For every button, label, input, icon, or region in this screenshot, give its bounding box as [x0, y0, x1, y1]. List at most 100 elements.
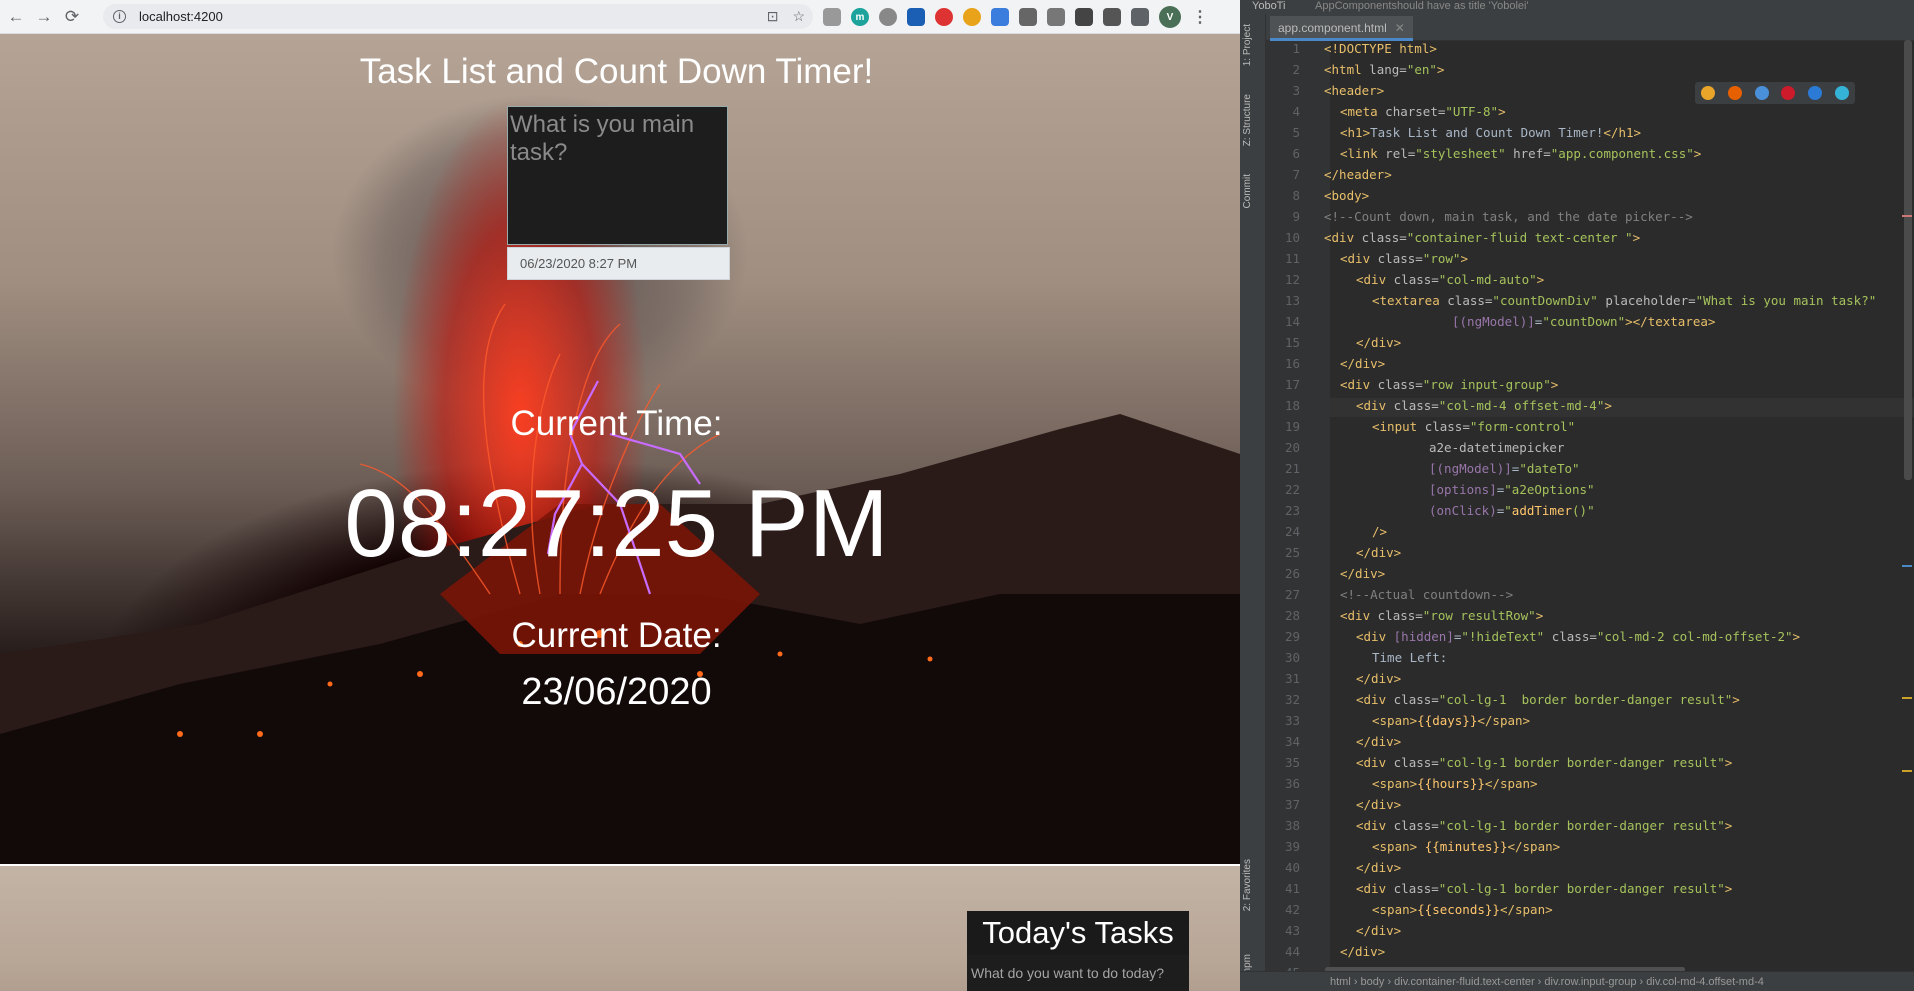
code-line[interactable]: [(ngModel)]="countDown"></textarea> — [1452, 314, 1715, 329]
code-line[interactable]: [(ngModel)]="dateTo" — [1429, 461, 1580, 476]
code-line[interactable]: </div> — [1340, 356, 1385, 371]
line-number: 33 — [1284, 713, 1300, 728]
code-line[interactable]: <div class="col-md-auto"> — [1356, 272, 1544, 287]
ie-icon[interactable] — [1807, 86, 1822, 100]
line-number: 7 — [1292, 167, 1300, 182]
code-line[interactable]: <span>{{seconds}}</span> — [1372, 902, 1553, 917]
code-line[interactable]: <div class="row input-group"> — [1340, 377, 1558, 392]
code-line[interactable]: <div class="row resultRow"> — [1340, 608, 1543, 623]
code-line[interactable]: [options]="a2eOptions" — [1429, 482, 1595, 497]
code-line[interactable]: </div> — [1356, 734, 1401, 749]
code-line[interactable]: </div> — [1356, 671, 1401, 686]
code-line[interactable]: </div> — [1356, 335, 1401, 350]
project-tool-tab[interactable]: 1: Project — [1242, 24, 1253, 66]
shield-icon[interactable] — [1103, 8, 1121, 26]
code-line[interactable]: </div> — [1356, 860, 1401, 875]
extension-icon[interactable] — [991, 8, 1009, 26]
code-line[interactable]: <html lang="en"> — [1324, 62, 1444, 77]
code-line[interactable]: <div class="col-lg-1 border border-dange… — [1356, 881, 1732, 896]
forward-button[interactable]: → — [30, 3, 58, 31]
line-number: 29 — [1284, 629, 1300, 644]
code-line[interactable]: <div class="col-md-4 offset-md-4"> — [1356, 398, 1612, 413]
menu-kebab-icon[interactable]: ⋮ — [1191, 8, 1209, 26]
adblock-icon[interactable] — [879, 8, 897, 26]
code-line[interactable]: <input class="form-control" — [1372, 419, 1575, 434]
extension-icon[interactable] — [1047, 8, 1065, 26]
translate-icon[interactable]: ⊡ — [767, 8, 779, 25]
main-task-textarea[interactable] — [507, 106, 728, 245]
code-line[interactable]: (onClick)="addTimer()" — [1429, 503, 1595, 518]
line-number: 26 — [1284, 566, 1300, 581]
code-line[interactable]: <div class="col-lg-1 border border-dange… — [1356, 692, 1740, 707]
line-number: 40 — [1284, 860, 1300, 875]
code-line[interactable]: <div class="row"> — [1340, 251, 1468, 266]
chrome-icon[interactable] — [1701, 86, 1716, 100]
code-line[interactable]: </div> — [1356, 923, 1401, 938]
safari-icon[interactable] — [1754, 86, 1769, 100]
reload-button[interactable]: ⟳ — [58, 3, 86, 31]
code-line[interactable]: <div class="col-lg-1 border border-dange… — [1356, 755, 1732, 770]
firefox-icon[interactable] — [1727, 86, 1742, 100]
datetime-picker-input[interactable] — [507, 247, 730, 280]
tab-app-component-html[interactable]: app.component.html ✕ — [1270, 16, 1413, 41]
opera-icon[interactable] — [1781, 86, 1796, 100]
favorites-tool-tab[interactable]: 2: Favorites — [1242, 859, 1253, 911]
close-tab-icon[interactable]: ✕ — [1395, 21, 1405, 35]
code-line[interactable]: /> — [1372, 524, 1387, 539]
error-marker[interactable] — [1902, 215, 1912, 217]
code-line[interactable]: <link rel="stylesheet" href="app.compone… — [1340, 146, 1701, 161]
warning-marker[interactable] — [1902, 770, 1912, 772]
code-line[interactable]: <!DOCTYPE html> — [1324, 41, 1437, 56]
code-line[interactable]: <span>{{days}}</span> — [1372, 713, 1530, 728]
code-line[interactable]: <div class="container-fluid text-center … — [1324, 230, 1640, 245]
code-line[interactable]: </div> — [1356, 545, 1401, 560]
line-number: 12 — [1284, 272, 1300, 287]
extensions-puzzle-icon[interactable] — [1131, 8, 1149, 26]
code-line[interactable]: </div> — [1340, 944, 1385, 959]
extension-icons: m V ⋮ — [823, 6, 1209, 28]
code-line[interactable]: </div> — [1356, 797, 1401, 812]
bookmark-star-icon[interactable]: ☆ — [792, 8, 805, 25]
code-line[interactable]: <span>{{hours}}</span> — [1372, 776, 1538, 791]
vertical-scrollbar[interactable] — [1904, 40, 1912, 480]
structure-tool-tab[interactable]: Z: Structure — [1242, 94, 1253, 146]
code-line[interactable]: <h1>Task List and Count Down Timer!</h1> — [1340, 125, 1641, 140]
code-line[interactable]: <body> — [1324, 188, 1369, 203]
back-button[interactable]: ← — [2, 3, 30, 31]
warning-marker[interactable] — [1902, 697, 1912, 699]
cast-icon[interactable] — [1019, 8, 1037, 26]
code-line[interactable]: <meta charset="UTF-8"> — [1340, 104, 1506, 119]
download-icon[interactable] — [1075, 8, 1093, 26]
code-line[interactable]: Time Left: — [1372, 650, 1447, 665]
extension-icon[interactable] — [823, 8, 841, 26]
extension-icon[interactable] — [963, 8, 981, 26]
site-info-icon[interactable]: i — [113, 10, 126, 23]
code-line[interactable]: </div> — [1340, 566, 1385, 581]
change-marker[interactable] — [1902, 565, 1912, 567]
code-line[interactable]: <textarea class="countDownDiv" placehold… — [1372, 293, 1876, 308]
extension-icon[interactable] — [935, 8, 953, 26]
new-task-input[interactable] — [967, 955, 1189, 991]
line-number: 42 — [1284, 902, 1300, 917]
browser-toolbar: ← → ⟳ i localhost:4200 ⊡ ☆ m V ⋮ — [0, 0, 1240, 34]
code-line[interactable]: <!--Actual countdown--> — [1340, 587, 1513, 602]
editor-breadcrumb[interactable]: html › body › div.container-fluid.text-c… — [1240, 971, 1914, 991]
address-bar[interactable]: i localhost:4200 ⊡ ☆ — [103, 4, 813, 29]
profile-avatar[interactable]: V — [1159, 6, 1181, 28]
line-number: 39 — [1284, 839, 1300, 854]
code-line[interactable]: <header> — [1324, 83, 1384, 98]
extension-icon[interactable]: m — [851, 8, 869, 26]
code-line[interactable]: <div [hidden]="!hideText" class="col-md-… — [1356, 629, 1800, 644]
line-number: 16 — [1284, 356, 1300, 371]
code-line[interactable]: <!--Count down, main task, and the date … — [1324, 209, 1693, 224]
code-line[interactable]: </header> — [1324, 167, 1392, 182]
code-line[interactable]: a2e-datetimepicker — [1429, 440, 1564, 455]
code-line[interactable]: <span> {{minutes}}</span> — [1372, 839, 1560, 854]
extension-icon[interactable] — [907, 8, 925, 26]
edge-icon[interactable] — [1834, 86, 1849, 100]
code-line[interactable]: <div class="col-lg-1 border border-dange… — [1356, 818, 1732, 833]
run-config-hint[interactable]: AppComponentshould have as title 'Yobole… — [1315, 0, 1529, 12]
commit-tool-tab[interactable]: Commit — [1242, 174, 1253, 208]
line-number: 25 — [1284, 545, 1300, 560]
line-number: 36 — [1284, 776, 1300, 791]
